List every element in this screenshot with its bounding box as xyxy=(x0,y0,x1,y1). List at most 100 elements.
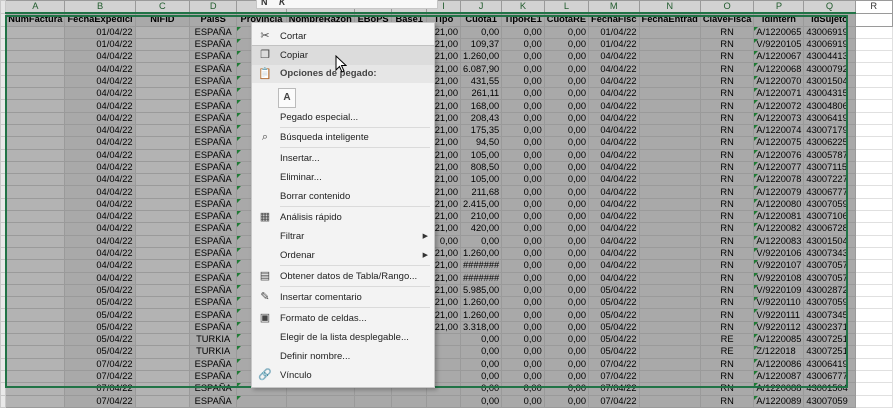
table-cell[interactable]: RN xyxy=(699,123,755,138)
table-cell[interactable]: 109,37 xyxy=(460,37,503,52)
table-cell[interactable]: 04/04/22 xyxy=(588,197,640,212)
column-title[interactable]: CuotaRE xyxy=(543,12,590,27)
column-title[interactable]: FechaFisc xyxy=(588,12,640,27)
table-cell[interactable] xyxy=(638,185,701,199)
table-cell[interactable]: ESPAÑA xyxy=(189,283,238,298)
table-cell[interactable]: 05/04/22 xyxy=(64,345,136,359)
table-cell[interactable] xyxy=(638,136,701,150)
table-cell[interactable]: 04/04/22 xyxy=(588,210,640,224)
table-cell[interactable]: 43007057 xyxy=(803,259,856,273)
table-cell[interactable] xyxy=(638,87,701,101)
table-cell[interactable]: A/1220088 xyxy=(753,382,805,396)
table-cell[interactable]: RN xyxy=(699,271,755,285)
column-header[interactable]: J xyxy=(460,0,503,15)
table-cell[interactable]: ####### xyxy=(460,271,503,285)
table-cell[interactable]: ESPAÑA xyxy=(189,25,238,39)
table-cell[interactable]: V/9220107 xyxy=(753,259,805,273)
table-cell[interactable]: V/9220111 xyxy=(753,308,805,322)
table-cell[interactable] xyxy=(638,173,701,187)
table-cell[interactable]: 0,00 xyxy=(543,37,590,52)
table-cell[interactable]: RN xyxy=(699,308,755,322)
table-cell[interactable]: 94,50 xyxy=(460,136,503,150)
table-cell[interactable]: A/1220074 xyxy=(753,123,805,138)
table-cell[interactable]: 0,00 xyxy=(460,357,503,371)
menu-item-quick-analysis[interactable]: ▦ Análisis rápido xyxy=(252,208,434,227)
table-cell[interactable]: A/122 xyxy=(5,62,66,76)
table-cell[interactable]: 43002371 xyxy=(803,320,856,335)
table-cell[interactable]: 0,00 xyxy=(543,148,590,162)
table-cell[interactable]: 43001504 xyxy=(803,234,856,248)
empty-cell[interactable] xyxy=(854,259,893,273)
table-cell[interactable]: 0,00 xyxy=(501,369,545,384)
table-cell[interactable]: 0,00 xyxy=(501,74,545,89)
table-cell[interactable] xyxy=(638,271,701,285)
table-cell[interactable]: 0,00 xyxy=(543,50,590,64)
table-cell[interactable]: 0,00 xyxy=(543,320,590,335)
column-header[interactable]: P xyxy=(753,0,805,15)
table-cell[interactable]: 0,00 xyxy=(543,99,590,113)
table-cell[interactable]: 0,00 xyxy=(460,345,503,359)
table-cell[interactable] xyxy=(134,185,191,199)
table-cell[interactable] xyxy=(638,283,701,298)
table-cell[interactable]: 0,00 xyxy=(501,37,545,52)
table-cell[interactable]: 07/04/22 xyxy=(64,357,136,371)
table-cell[interactable]: 0,00 xyxy=(543,136,590,150)
table-cell[interactable]: 0,00 xyxy=(501,197,545,212)
table-cell[interactable]: 04/04/22 xyxy=(64,99,136,113)
table-cell[interactable]: V/922 xyxy=(5,259,66,273)
table-cell[interactable]: 808,50 xyxy=(460,160,503,175)
table-cell[interactable]: A/122 xyxy=(5,99,66,113)
table-cell[interactable] xyxy=(638,62,701,76)
table-cell[interactable]: 1.260,00 xyxy=(460,246,503,261)
table-cell[interactable]: RN xyxy=(699,136,755,150)
table-cell[interactable]: 04/04/22 xyxy=(64,136,136,150)
table-cell[interactable] xyxy=(134,382,191,396)
table-cell[interactable]: ESPAÑA xyxy=(189,185,238,199)
table-cell[interactable] xyxy=(134,234,191,248)
menu-item-format-cells[interactable]: ▣ Formato de celdas... xyxy=(252,309,434,328)
table-cell[interactable] xyxy=(638,369,701,384)
table-cell[interactable]: RN xyxy=(699,37,755,52)
table-cell[interactable]: 04/04/22 xyxy=(64,160,136,175)
table-cell[interactable]: 07/04/22 xyxy=(588,369,640,384)
table-cell[interactable]: A/1220082 xyxy=(753,222,805,236)
table-cell[interactable] xyxy=(134,74,191,89)
table-cell[interactable]: ESPAÑA xyxy=(189,123,238,138)
table-cell[interactable] xyxy=(638,234,701,248)
table-cell[interactable]: A/1220086 xyxy=(753,357,805,371)
column-title[interactable]: NumFactura xyxy=(5,12,66,27)
table-cell[interactable]: 175,35 xyxy=(460,123,503,138)
table-cell[interactable]: 2.415,00 xyxy=(460,197,503,212)
column-header[interactable]: L xyxy=(543,0,590,15)
table-cell[interactable]: ESPAÑA xyxy=(189,210,238,224)
table-cell[interactable]: V/922 xyxy=(5,320,66,335)
empty-cell[interactable] xyxy=(854,148,893,162)
table-cell[interactable]: A/1220078 xyxy=(753,173,805,187)
table-cell[interactable]: 1.260,00 xyxy=(460,308,503,322)
column-title[interactable]: IdSujeto xyxy=(803,12,856,27)
table-cell[interactable]: 04/04/22 xyxy=(588,111,640,125)
table-cell[interactable]: RN xyxy=(699,111,755,125)
empty-cell[interactable] xyxy=(854,50,893,64)
table-cell[interactable]: 0,00 xyxy=(543,333,590,347)
table-cell[interactable] xyxy=(134,210,191,224)
table-cell[interactable]: 0,00 xyxy=(501,111,545,125)
table-cell[interactable]: 04/04/22 xyxy=(64,62,136,76)
table-cell[interactable]: 04/04/22 xyxy=(588,246,640,261)
table-cell[interactable]: A/1220065 xyxy=(753,25,805,39)
table-cell[interactable]: A/1220068 xyxy=(753,62,805,76)
table-cell[interactable]: 43002872 xyxy=(803,283,856,298)
table-cell[interactable]: 43005787 xyxy=(803,148,856,162)
table-cell[interactable] xyxy=(134,160,191,175)
table-cell[interactable]: 43007345 xyxy=(803,308,856,322)
table-cell[interactable]: 43006919 xyxy=(803,37,856,52)
column-title[interactable]: Cuota1 xyxy=(460,12,503,27)
table-cell[interactable] xyxy=(134,62,191,76)
table-cell[interactable]: 0,00 xyxy=(501,357,545,371)
table-cell[interactable]: Z/122018 xyxy=(753,345,805,359)
table-cell[interactable]: V/9220108 xyxy=(753,271,805,285)
table-cell[interactable]: ESPAÑA xyxy=(189,87,238,101)
table-cell[interactable]: V/922 xyxy=(5,246,66,261)
table-cell[interactable]: ESPAÑA xyxy=(189,308,238,322)
table-cell[interactable]: 04/04/22 xyxy=(588,234,640,248)
